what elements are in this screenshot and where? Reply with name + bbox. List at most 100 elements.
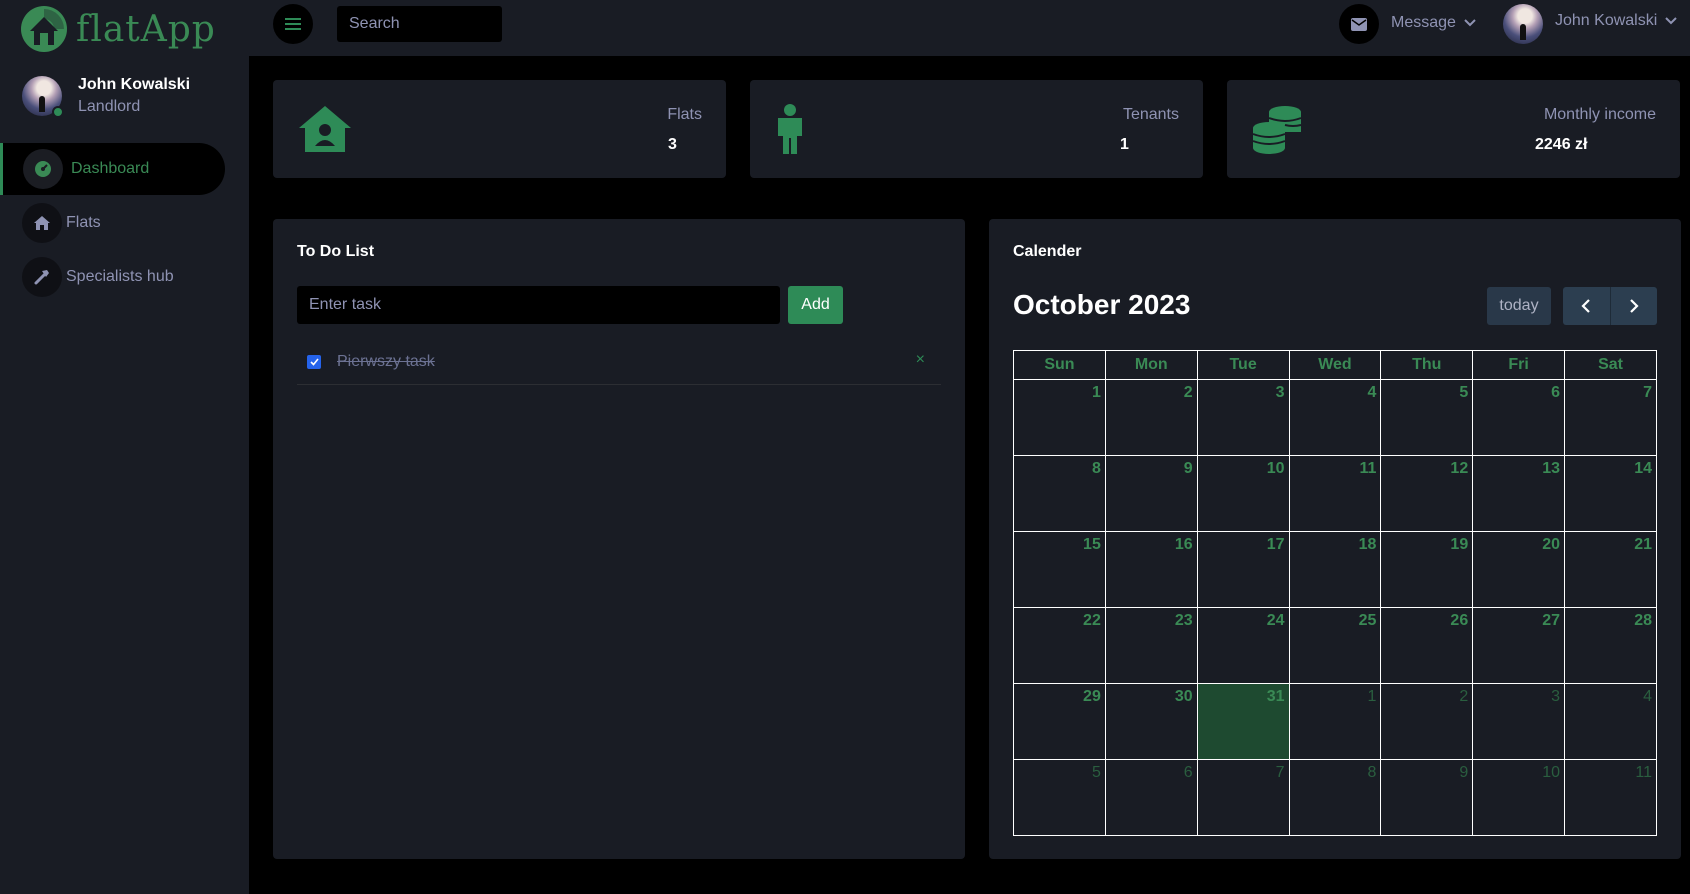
calendar-day-cell[interactable]: 9	[1104, 455, 1198, 532]
calendar-week-row: 29 30 31 1 2 3 4	[1013, 683, 1657, 760]
calendar-day-cell[interactable]: 4	[1564, 683, 1657, 760]
calendar-day-cell[interactable]: 10	[1196, 455, 1290, 532]
calendar-day-cell[interactable]: 20	[1472, 531, 1566, 608]
calendar-day-cell[interactable]: 29	[1013, 683, 1106, 760]
message-icon-button[interactable]	[1339, 4, 1379, 44]
speedometer-icon	[23, 149, 63, 189]
calendar-day-cell[interactable]: 15	[1013, 531, 1106, 608]
remove-task-button[interactable]: ×	[916, 351, 925, 369]
sidebar-item-label: Specialists hub	[66, 268, 174, 285]
calendar-day-cell[interactable]: 25	[1288, 607, 1382, 684]
calendar-week-row: 22 23 24 25 26 27 28	[1013, 607, 1657, 684]
calendar-day-cell[interactable]: 7	[1564, 379, 1657, 456]
sidebar-item-dashboard[interactable]: Dashboard	[0, 143, 225, 195]
hammer-icon	[22, 257, 62, 297]
topbar: Message John Kowalski	[249, 0, 1690, 56]
calendar-day-cell[interactable]: 28	[1564, 607, 1657, 684]
calendar-day-cell[interactable]: 7	[1196, 759, 1290, 836]
coins-icon	[1251, 104, 1303, 159]
calendar-day-cell[interactable]: 4	[1288, 379, 1382, 456]
calendar-day-cell[interactable]: 9	[1380, 759, 1474, 836]
calendar-day-cell[interactable]: 12	[1380, 455, 1474, 532]
check-icon	[309, 357, 319, 366]
chevron-down-icon	[1464, 19, 1476, 27]
calendar-day-cell[interactable]: 11	[1288, 455, 1382, 532]
chevron-down-icon	[1665, 17, 1677, 25]
next-month-button[interactable]	[1611, 287, 1658, 325]
home-icon	[22, 203, 62, 243]
message-label: Message	[1391, 14, 1456, 31]
search-input[interactable]	[337, 6, 502, 42]
profile-name: John Kowalski	[78, 76, 191, 93]
calendar-day-cell[interactable]: 27	[1472, 607, 1566, 684]
calendar-day-cell[interactable]: 5	[1380, 379, 1474, 456]
calendar-day-cell[interactable]: 14	[1564, 455, 1657, 532]
menu-toggle-button[interactable]	[273, 4, 313, 44]
message-dropdown[interactable]: Message	[1391, 14, 1476, 32]
calendar-week-row: 1234567	[1013, 379, 1657, 456]
weekday-header: Fri	[1472, 350, 1566, 380]
calendar-day-cell[interactable]: 21	[1564, 531, 1657, 608]
stat-value: 1	[1120, 136, 1129, 153]
sidebar-item-specialists-hub[interactable]: Specialists hub	[0, 251, 249, 303]
calendar-week-row: 8 9 10 11 12 13 14	[1013, 455, 1657, 532]
chevron-left-icon	[1581, 299, 1591, 313]
calendar-day-cell[interactable]: 2	[1104, 379, 1198, 456]
online-status-dot	[52, 106, 64, 118]
sidebar-item-label: Flats	[66, 214, 101, 231]
top-avatar[interactable]	[1503, 4, 1543, 44]
calendar-day-cell[interactable]: 18	[1288, 531, 1382, 608]
task-checkbox[interactable]	[307, 354, 321, 369]
todo-title: To Do List	[297, 243, 375, 260]
calendar-day-cell[interactable]: 5	[1013, 759, 1106, 836]
weekday-header: Mon	[1104, 350, 1198, 380]
envelope-icon	[1351, 17, 1367, 31]
calendar-day-cell[interactable]: 31	[1196, 683, 1290, 760]
sidebar-item-flats[interactable]: Flats	[0, 197, 249, 249]
calendar-day-cell[interactable]: 1	[1288, 683, 1382, 760]
add-task-button[interactable]: Add	[788, 286, 843, 324]
calendar-day-cell[interactable]: 8	[1288, 759, 1382, 836]
calendar-day-cell[interactable]: 3	[1472, 683, 1566, 760]
calendar-day-cell[interactable]: 19	[1380, 531, 1474, 608]
today-button[interactable]: today	[1487, 287, 1551, 325]
calendar-day-cell[interactable]: 13	[1472, 455, 1566, 532]
calendar-day-cell[interactable]: 16	[1104, 531, 1198, 608]
calendar-day-cell[interactable]: 3	[1196, 379, 1290, 456]
calendar-day-cell[interactable]: 23	[1104, 607, 1198, 684]
calendar-grid: Sun Mon Tue Wed Thu Fri Sat 1 2 3 4 5 6 7 8 9 10 11 12 13 1…	[1013, 350, 1657, 836]
top-user-name: John Kowalski	[1555, 12, 1658, 29]
calendar-day-cell[interactable]: 2	[1380, 683, 1474, 760]
stat-label: Monthly income	[1543, 106, 1656, 123]
app-name: flatApp	[76, 8, 216, 50]
task-input[interactable]	[297, 286, 780, 324]
hamburger-icon	[285, 18, 301, 30]
weekday-header: Sat	[1564, 350, 1657, 380]
stat-value: 3	[668, 136, 677, 153]
weekday-header: Sun	[1013, 350, 1106, 380]
app-logo[interactable]: flatApp	[20, 4, 216, 54]
calendar-day-cell[interactable]: 1	[1013, 379, 1106, 456]
calendar-day-cell[interactable]: 6	[1472, 379, 1566, 456]
calendar-month-label: October 2023	[1013, 289, 1191, 320]
calendar-day-cell[interactable]: 22	[1013, 607, 1106, 684]
calendar-day-cell[interactable]: 24	[1196, 607, 1290, 684]
calendar-day-cell[interactable]: 6	[1104, 759, 1198, 836]
calendar-title: Calender	[1013, 243, 1082, 260]
profile[interactable]: John Kowalski Landlord	[22, 76, 191, 118]
user-dropdown[interactable]: John Kowalski	[1555, 12, 1677, 30]
calendar-nav	[1563, 287, 1657, 325]
profile-role: Landlord	[78, 98, 141, 115]
calendar-day-cell[interactable]: 30	[1104, 683, 1198, 760]
task-item: Pierwszy task ×	[297, 339, 941, 385]
calendar-card: Calender October 2023 today Sun Mon Tue Wed…	[989, 219, 1681, 859]
calendar-day-cell[interactable]: 26	[1380, 607, 1474, 684]
sidebar-nav: Dashboard Flats Specialists hub	[0, 143, 249, 305]
stat-label: Tenants	[1122, 106, 1179, 123]
calendar-day-cell[interactable]: 17	[1196, 531, 1290, 608]
calendar-day-cell[interactable]: 8	[1013, 455, 1106, 532]
calendar-day-cell[interactable]: 11	[1564, 759, 1657, 836]
prev-month-button[interactable]	[1563, 287, 1611, 325]
calendar-day-cell[interactable]: 10	[1472, 759, 1566, 836]
person-icon	[774, 104, 806, 161]
